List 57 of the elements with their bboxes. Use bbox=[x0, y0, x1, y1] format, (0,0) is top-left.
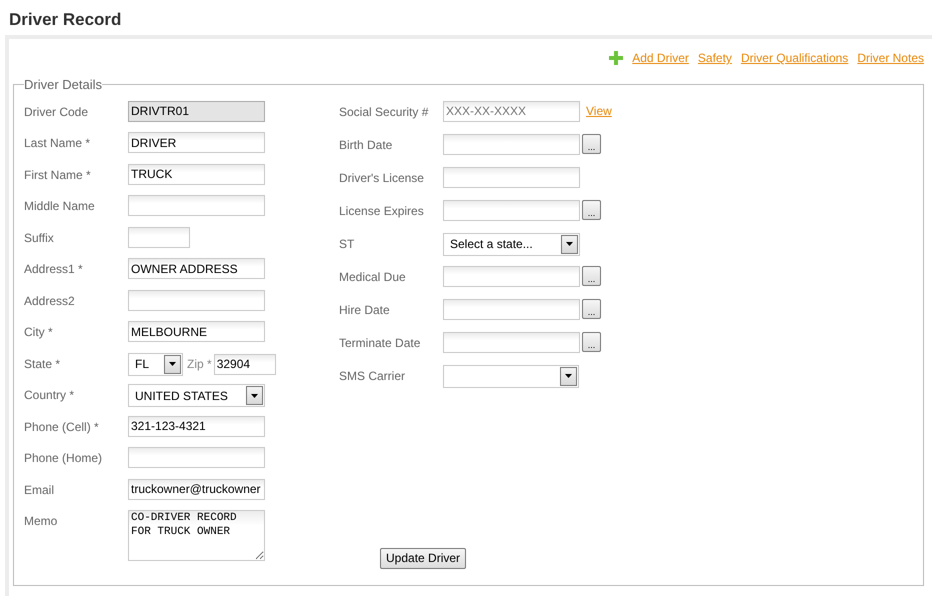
date-picker-button[interactable]: ... bbox=[582, 266, 601, 286]
zip-label: Zip * bbox=[187, 356, 212, 373]
input-field[interactable]: TRUCK bbox=[128, 164, 265, 184]
input-field[interactable] bbox=[443, 332, 580, 352]
field-label: Middle Name bbox=[24, 198, 96, 215]
field-label: State * bbox=[24, 356, 62, 372]
field-label: Suffix bbox=[24, 230, 55, 246]
field-label: Hire Date bbox=[339, 302, 391, 318]
select-field[interactable] bbox=[443, 364, 579, 388]
field-label: Email bbox=[24, 482, 56, 498]
field-label: Birth Date bbox=[339, 136, 394, 154]
fieldset-legend: Driver Details bbox=[24, 75, 102, 94]
page-title: Driver Record bbox=[9, 9, 122, 31]
input-field[interactable]: 321-123-4321 bbox=[128, 416, 265, 436]
field-label: Social Security # bbox=[339, 104, 430, 120]
field-label: Terminate Date bbox=[339, 334, 422, 352]
field-label: Phone (Home) bbox=[24, 450, 104, 467]
input-field[interactable]: MELBOURNE bbox=[128, 321, 265, 342]
input-field[interactable] bbox=[443, 134, 580, 154]
input-field[interactable] bbox=[443, 298, 580, 320]
field-label: Driver Code bbox=[24, 104, 90, 120]
field-label: License Expires bbox=[339, 202, 425, 220]
select-field[interactable]: Select a state... bbox=[443, 232, 580, 256]
field-label: Medical Due bbox=[339, 268, 407, 286]
input-field[interactable] bbox=[443, 166, 580, 188]
field-label: Memo bbox=[24, 513, 58, 530]
update-driver-button[interactable]: Update Driver bbox=[380, 548, 466, 568]
field-label: Phone (Cell) * bbox=[24, 418, 100, 436]
input-field[interactable] bbox=[443, 200, 580, 220]
input-field[interactable] bbox=[443, 266, 580, 286]
field-label: City * bbox=[24, 324, 54, 341]
field-label: ST bbox=[339, 236, 356, 252]
field-label: Address2 bbox=[24, 292, 76, 310]
date-picker-button[interactable]: ... bbox=[582, 299, 601, 319]
select-field[interactable]: UNITED STATES bbox=[128, 384, 265, 407]
input-field[interactable]: 32904 bbox=[214, 354, 276, 374]
field-label: First Name * bbox=[24, 166, 92, 184]
field-label: Driver's License bbox=[339, 170, 425, 186]
field-label: Country * bbox=[24, 387, 76, 404]
select-field[interactable]: FL bbox=[128, 352, 183, 376]
input-field[interactable]: XXX-XX-XXXX bbox=[443, 100, 580, 122]
input-field[interactable]: OWNER ADDRESS bbox=[128, 258, 265, 279]
input-field[interactable]: truckowner@truckowner bbox=[128, 478, 265, 500]
input-field[interactable] bbox=[128, 290, 265, 310]
field-label: SMS Carrier bbox=[339, 368, 406, 384]
input-field[interactable] bbox=[128, 226, 190, 248]
date-picker-button[interactable]: ... bbox=[582, 134, 601, 154]
date-picker-button[interactable]: ... bbox=[582, 200, 601, 220]
input-field[interactable]: DRIVER bbox=[128, 132, 265, 153]
input-field[interactable] bbox=[128, 447, 265, 468]
field-label: Address1 * bbox=[24, 261, 84, 278]
input-field[interactable]: DRIVTR01 bbox=[128, 100, 265, 122]
field-label: Last Name * bbox=[24, 135, 92, 152]
plus-icon bbox=[609, 51, 624, 65]
memo-field[interactable]: CO-DRIVER RECORD FOR TRUCK OWNER bbox=[128, 510, 265, 561]
date-picker-button[interactable]: ... bbox=[582, 332, 601, 352]
input-field[interactable] bbox=[128, 195, 265, 216]
